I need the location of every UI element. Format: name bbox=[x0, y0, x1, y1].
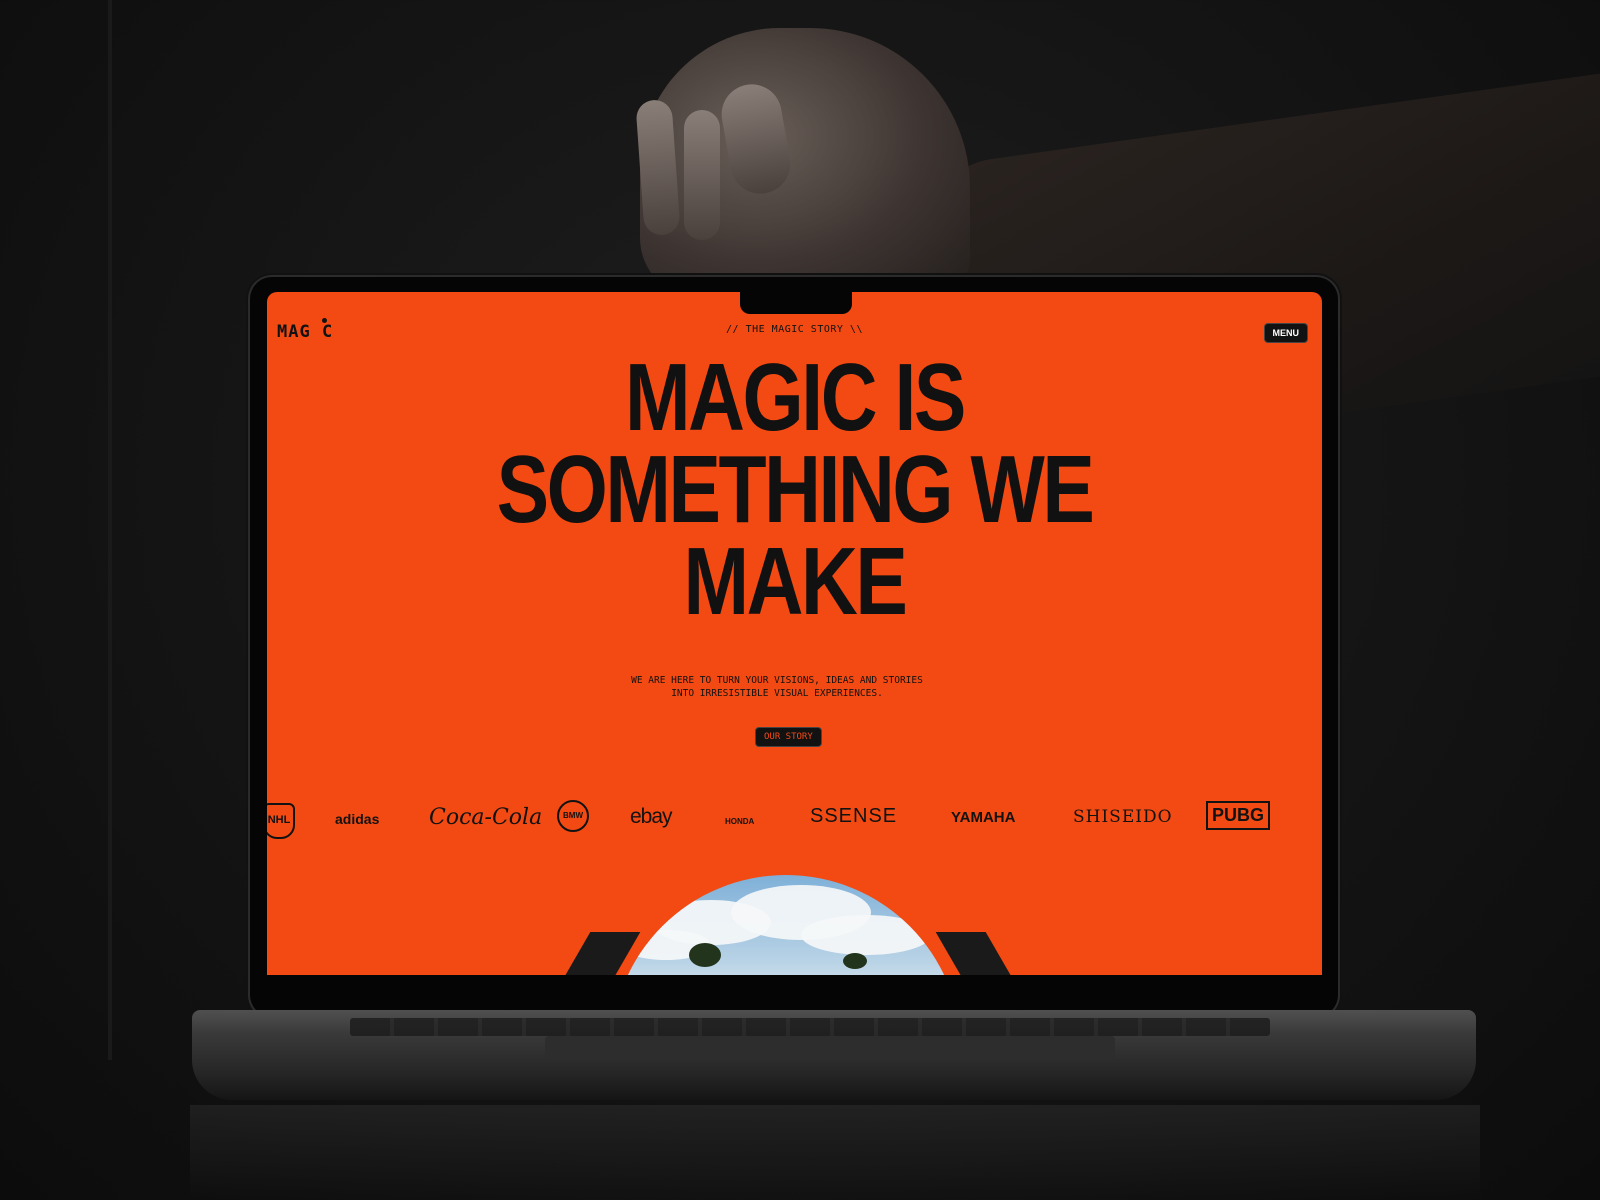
desk-reflection bbox=[190, 1105, 1480, 1200]
honda-logo: HONDA bbox=[725, 817, 755, 826]
keyboard bbox=[350, 1018, 1270, 1036]
breadcrumb[interactable]: // THE MAGIC STORY \\ bbox=[267, 324, 1322, 335]
trackpad bbox=[545, 1036, 1115, 1060]
ssense-logo: SSENSE bbox=[810, 805, 898, 827]
menu-button[interactable]: MENU bbox=[1263, 323, 1308, 343]
headline-line-3: MAKE bbox=[683, 528, 908, 635]
logo-dot bbox=[322, 318, 327, 323]
coca-cola-logo: Coca-Cola bbox=[429, 805, 543, 830]
shiseido-logo: SHISEIDO bbox=[1073, 807, 1173, 827]
pubg-logo: PUBG bbox=[1206, 801, 1271, 830]
wall-edge bbox=[108, 0, 112, 1060]
bmw-logo: BMW bbox=[557, 800, 589, 832]
nhl-logo: NHL bbox=[267, 803, 295, 839]
arch-shadow-right bbox=[935, 932, 1021, 975]
ebay-logo: ebay bbox=[630, 805, 673, 828]
headline-line-1: MAGIC IS bbox=[625, 344, 966, 451]
laptop-screen: MAG C // THE MAGIC STORY \\ MENU MAGIC I… bbox=[267, 292, 1322, 975]
our-story-button[interactable]: OUR STORY bbox=[755, 727, 822, 747]
hero-subtext: WE ARE HERE TO TURN YOUR VISIONS, IDEAS … bbox=[631, 675, 923, 699]
yamaha-logo: YAMAHA bbox=[951, 809, 1016, 826]
adidas-logo: adidas bbox=[335, 811, 380, 827]
headline-line-2: SOMETHING WE bbox=[496, 436, 1095, 543]
finger bbox=[684, 110, 720, 240]
cloud bbox=[801, 915, 931, 955]
tree bbox=[689, 943, 721, 967]
hero-headline: MAGIC IS SOMETHING WE MAKE bbox=[362, 344, 1227, 635]
client-logos: NHL adidas Coca-Cola BMW ebay HONDA SSEN… bbox=[267, 797, 1322, 847]
tree bbox=[843, 953, 867, 969]
landscape-arch-image bbox=[611, 875, 961, 975]
camera-notch bbox=[740, 292, 852, 314]
